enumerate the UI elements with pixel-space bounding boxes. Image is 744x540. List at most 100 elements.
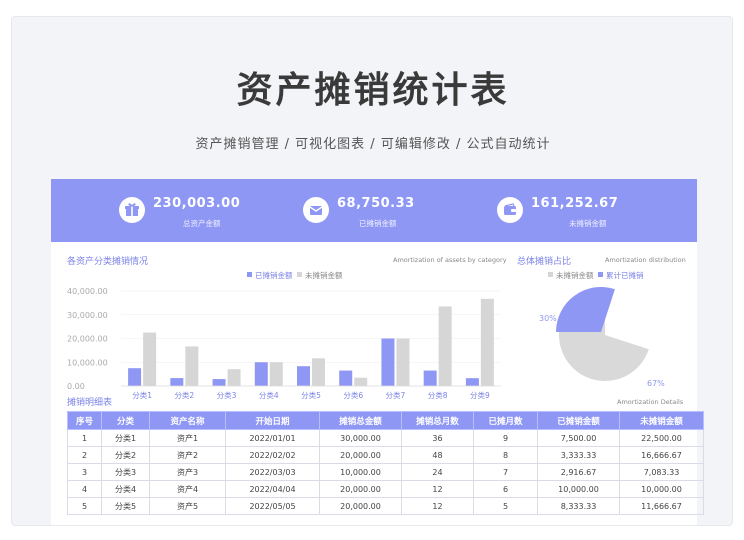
bar-amortized (128, 368, 142, 386)
bar-remaining (480, 298, 494, 386)
y-tick-label: 10,000.00 (67, 358, 108, 367)
bar-remaining (269, 362, 283, 386)
table-row: 4 分类4 资产4 2022/04/04 20,000.00 12 6 10,000.00 10… (67, 480, 704, 498)
pie-data-label: 30% (539, 314, 557, 323)
bar-amortized (254, 362, 268, 386)
table-cell: 9 (473, 429, 538, 447)
table-cell: 2 (67, 446, 102, 464)
table-cell: 36 (401, 429, 474, 447)
table-cell: 分类5 (101, 497, 150, 515)
table-cell: 2022/01/01 (225, 429, 320, 447)
table-cell: 资产5 (149, 497, 226, 515)
pie-data-label: 67% (647, 379, 665, 388)
table-cell: 8,333.33 (537, 497, 620, 515)
table-cell: 12 (401, 480, 474, 498)
column-header: 摊销总金额 (319, 411, 402, 430)
table-header-row: 序号 分类 资产名称 开始日期 摊销总金额 摊销总月数 已摊月数 已摊销金额 未摊销金额 (67, 411, 704, 430)
y-tick-label: 0.00 (67, 382, 85, 391)
bar-amortized (339, 370, 353, 386)
x-tick-label: 分类6 (343, 390, 363, 400)
table-cell: 2022/02/02 (225, 446, 320, 464)
table-cell: 4 (67, 480, 102, 498)
bar-amortized (423, 370, 437, 386)
table-cell: 30,000.00 (319, 429, 402, 447)
table-row: 1 分类1 资产1 2022/01/01 30,000.00 36 9 7,500.00 22,… (67, 429, 704, 447)
pie-slice-amortized (556, 287, 615, 332)
column-header: 分类 (101, 411, 150, 430)
x-tick-label: 分类8 (428, 390, 448, 400)
column-header: 未摊销金额 (619, 411, 704, 430)
table-cell: 资产3 (149, 463, 226, 481)
bar-remaining (396, 338, 410, 386)
table-cell: 22,500.00 (619, 429, 704, 447)
bar-remaining (227, 369, 241, 386)
x-tick-label: 分类5 (301, 390, 321, 400)
column-header: 资产名称 (149, 411, 226, 430)
table-cell: 24 (401, 463, 474, 481)
x-tick-label: 分类3 (217, 390, 237, 400)
table-cell: 分类1 (101, 429, 150, 447)
table-cell: 1 (67, 429, 102, 447)
table-cell: 资产4 (149, 480, 226, 498)
table-row: 3 分类3 资产3 2022/03/03 10,000.00 24 7 2,916.67 7,0… (67, 463, 704, 481)
bar-remaining (312, 358, 325, 386)
legend-label: 累计已摊销 (606, 270, 644, 280)
dashboard-sheet: 230,003.00 总资产金额 68,750.33 已摊销金额 161,252… (51, 179, 704, 525)
table-cell: 7,083.33 (619, 463, 704, 481)
y-tick-label: 40,000.00 (67, 287, 108, 296)
table-cell: 8 (473, 446, 538, 464)
table-cell: 7,500.00 (537, 429, 620, 447)
page-subtitle: 资产摊销管理 / 可视化图表 / 可编辑修改 / 公式自动统计 (195, 137, 551, 152)
table-cell: 20,000.00 (319, 446, 402, 464)
legend-swatch-amortized (598, 272, 603, 277)
page-frame: 资产摊销统计表 资产摊销管理 / 可视化图表 / 可编辑修改 / 公式自动统计 … (11, 16, 733, 526)
y-tick-label: 20,000.00 (67, 335, 108, 344)
x-tick-label: 分类1 (132, 390, 152, 400)
table-cell: 10,000.00 (619, 480, 704, 498)
column-header: 摊销总月数 (401, 411, 474, 430)
table-cell: 分类4 (101, 480, 150, 498)
table-cell: 资产1 (149, 429, 226, 447)
y-tick-label: 30,000.00 (67, 311, 108, 320)
table-cell: 分类2 (101, 446, 150, 464)
table-subtitle: Amortization Details (617, 398, 684, 406)
table-title: 摊销明细表 (67, 398, 113, 408)
bar-amortized (297, 366, 310, 386)
legend-swatch-remaining (297, 272, 302, 277)
legend-swatch-remaining (548, 272, 553, 277)
legend-swatch-amortized (247, 272, 252, 277)
table-cell: 5 (67, 497, 102, 515)
column-header: 已摊月数 (473, 411, 538, 430)
table-cell: 2022/05/05 (225, 497, 320, 515)
table-cell: 资产2 (149, 446, 226, 464)
bar-remaining (438, 306, 452, 386)
bar-amortized (465, 378, 479, 386)
table-cell: 3,333.33 (537, 446, 620, 464)
table-cell: 10,000.00 (319, 463, 402, 481)
legend-label: 未摊销金额 (305, 270, 343, 280)
table-cell: 分类3 (101, 463, 150, 481)
column-header: 开始日期 (225, 411, 320, 430)
table-row: 5 分类5 资产5 2022/05/05 20,000.00 12 5 8,333.33 11,… (67, 497, 704, 515)
bar-amortized (381, 338, 395, 386)
bar-amortized (212, 379, 226, 386)
bar-remaining (185, 346, 199, 386)
table-cell: 2,916.67 (537, 463, 620, 481)
table-cell: 12 (401, 497, 474, 515)
bar-amortized (170, 378, 184, 386)
legend-label: 已摊销金额 (255, 270, 293, 280)
legend-label: 未摊销金额 (556, 270, 594, 280)
table-row: 2 分类2 资产2 2022/02/02 20,000.00 48 8 3,333.33 16,… (67, 446, 704, 464)
table-cell: 10,000.00 (537, 480, 620, 498)
x-tick-label: 分类7 (386, 390, 406, 400)
amortization-table: 序号 分类 资产名称 开始日期 摊销总金额 摊销总月数 已摊月数 已摊销金额 未摊销金额 1 分类… (67, 411, 704, 515)
table-cell: 2022/03/03 (225, 463, 320, 481)
x-tick-label: 分类9 (470, 390, 490, 400)
page-title: 资产摊销统计表 (236, 70, 510, 111)
table-cell: 48 (401, 446, 474, 464)
bar-remaining (143, 332, 157, 386)
table-cell: 5 (473, 497, 538, 515)
table-cell: 6 (473, 480, 538, 498)
table-cell: 20,000.00 (319, 497, 402, 515)
bar-remaining (354, 377, 368, 386)
